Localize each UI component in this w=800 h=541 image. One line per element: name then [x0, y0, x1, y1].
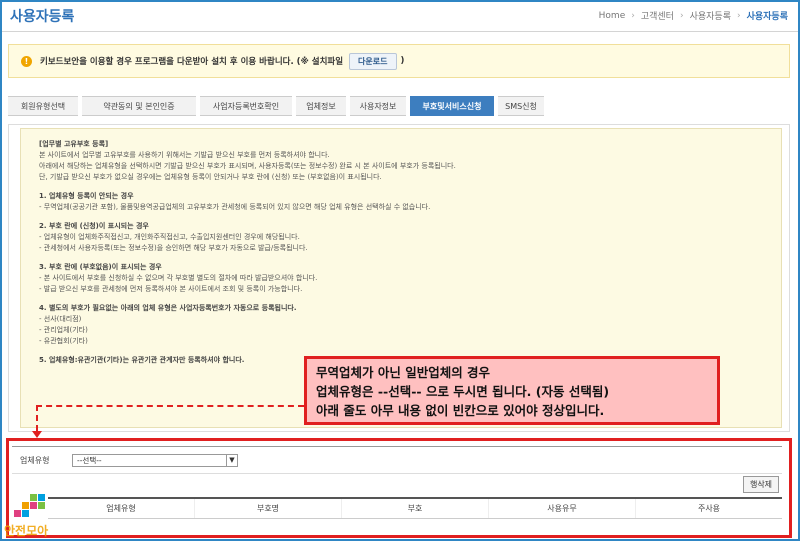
guide-line: [업무별 고유부호 등록] — [39, 140, 109, 148]
breadcrumb-separator-icon: › — [736, 10, 741, 21]
logo-square — [30, 502, 37, 509]
guide-line: - 유관협회(기타) — [39, 337, 88, 345]
highlight-box — [6, 438, 792, 538]
callout-line-2: 업체유형은 --선택-- 으로 두시면 됩니다. (자동 선택됨) — [316, 384, 610, 399]
guide-spacer — [39, 347, 773, 355]
registration-steps: 회원유형선택 약관동의 및 본인인증 사업자등록번호확인 업체정보 사용자정보 … — [8, 96, 790, 116]
step-member-type: 회원유형선택 — [8, 96, 78, 116]
guide-line: 4. 별도의 부호가 필요없는 아래의 업체 유형은 사업자등록번호가 자동으로… — [39, 304, 297, 312]
arrow-down-icon — [32, 431, 42, 438]
guide-line: 본 사이트에서 업무별 고유부호를 사용하기 위해서는 기발급 받으신 부호를 … — [39, 151, 330, 159]
guide-line: 1. 업체유형 등록이 안되는 경우 — [39, 192, 134, 200]
guide-line: - 선사(대리점) — [39, 315, 82, 323]
breadcrumb-customer-center[interactable]: 고객센터 — [641, 9, 674, 22]
download-button[interactable]: 다운로드 — [349, 52, 397, 70]
guide-line: - 관세청에서 사용자등록(또는 정보수정)을 승인하면 해당 부호가 자동으로… — [39, 244, 308, 252]
logo-square — [22, 502, 29, 509]
breadcrumb-separator-icon: › — [679, 10, 684, 21]
breadcrumb-user-registration[interactable]: 사용자등록 — [690, 9, 731, 22]
logo-square — [30, 494, 37, 501]
callout-line-3: 아래 줄도 아무 내용 없이 빈칸으로 있어야 정상입니다. — [316, 403, 605, 418]
notice-text: 키보드보안을 이용할 경우 프로그램을 다운받아 설치 후 이용 바랍니다. (… — [40, 57, 344, 67]
guide-line: 아래에서 해당하는 업체유형을 선택하시면 기발급 받으신 부호가 표시되며, … — [39, 162, 456, 170]
breadcrumb-separator-icon: › — [631, 10, 635, 21]
step-user-info: 사용자정보 — [350, 96, 406, 116]
watermark-logo: 안전모아 — [4, 492, 50, 539]
guide-spacer — [39, 213, 773, 221]
callout-line-1: 무역업체가 아닌 일반업체의 경우 — [316, 365, 491, 380]
guide-spacer — [39, 183, 773, 191]
logo-square — [22, 510, 29, 517]
guide-line: 2. 부호 란에 (신청)이 표시되는 경우 — [39, 222, 149, 230]
step-terms-auth: 약관동의 및 본인인증 — [82, 96, 196, 116]
guide-line: - 업체유형이 업체화주직접신고, 개인화주직접신고, 수출입지원센터인 경우에… — [39, 233, 300, 241]
callout-connector-vertical — [36, 405, 38, 431]
warning-icon: ! — [21, 55, 32, 67]
guide-spacer — [39, 295, 773, 303]
guide-spacer — [39, 254, 773, 262]
guide-line: - 관리업체(기타) — [39, 326, 88, 334]
breadcrumb-current: 사용자등록 — [746, 12, 788, 22]
guide-line: 3. 부호 란에 (부호없음)이 표시되는 경우 — [39, 263, 162, 271]
guide-line: - 발급 받으신 부호를 관세청에 먼저 등록하셔야 본 사이트에서 조회 및 … — [39, 285, 303, 293]
logo-square — [38, 494, 45, 501]
guide-line: - 본 사이트에서 부호를 신청하실 수 없으며 각 부호별 별도의 절차에 따… — [39, 274, 318, 282]
logo-text: 안전모아 — [4, 524, 49, 538]
annotation-callout: 무역업체가 아닌 일반업체의 경우 업체유형은 --선택-- 으로 두시면 됩니… — [304, 356, 720, 425]
guide-line: 단, 기발급 받으신 부호가 없으실 경우에는 업체유형 등록이 안되거나 부호… — [39, 173, 382, 181]
guide-line: - 무역업체(공공기관 포함), 물품및용역공급업체의 고유부호가 관세청에 등… — [39, 203, 431, 211]
logo-square — [38, 502, 45, 509]
step-company-info: 업체정보 — [296, 96, 346, 116]
breadcrumb-home[interactable]: Home — [599, 11, 626, 21]
page-header: 사용자등록 Home › 고객센터 › 사용자등록 › 사용자등록 — [2, 2, 798, 32]
step-business-number: 사업자등록번호확인 — [200, 96, 292, 116]
page-title: 사용자등록 — [10, 9, 75, 25]
callout-connector — [36, 405, 304, 407]
step-code-service: 부호및서비스신청 — [410, 96, 494, 116]
logo-square — [14, 510, 21, 517]
keyboard-security-notice: ! 키보드보안을 이용할 경우 프로그램을 다운받아 설치 후 이용 바랍니다.… — [8, 44, 790, 78]
step-sms: SMS신청 — [498, 96, 544, 116]
breadcrumb: Home › 고객센터 › 사용자등록 › 사용자등록 — [599, 9, 788, 23]
notice-suffix: ) — [400, 56, 405, 66]
